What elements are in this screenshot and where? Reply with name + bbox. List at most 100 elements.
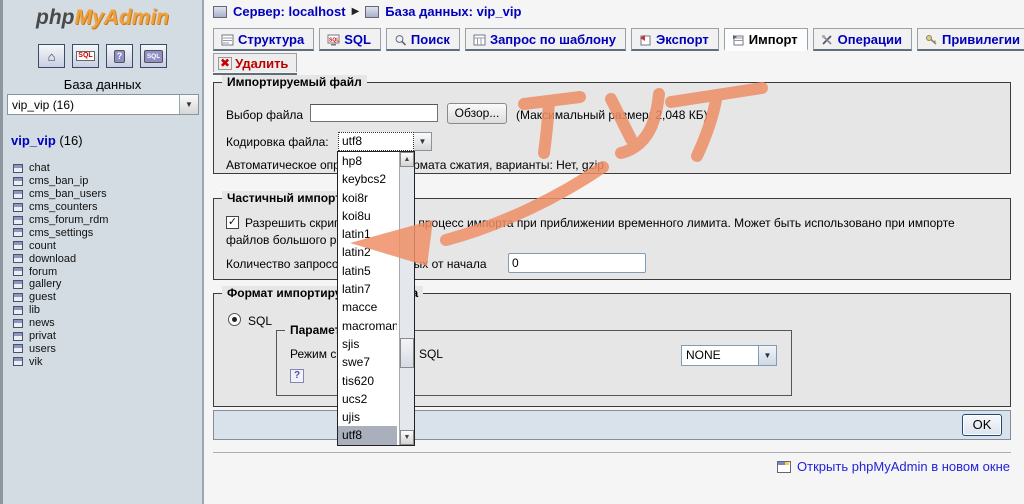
tab-query-by-example[interactable]: Запрос по шаблону (465, 28, 626, 51)
charset-option-selected[interactable]: utf8 (338, 426, 397, 444)
tab-import[interactable]: Импорт (724, 28, 808, 51)
charset-option[interactable]: sjis (338, 335, 397, 353)
home-icon[interactable]: ⌂ (38, 44, 65, 68)
table-icon (13, 344, 23, 353)
database-icon (365, 6, 379, 18)
table-item[interactable]: lib (13, 304, 108, 317)
table-icon (13, 177, 23, 186)
dropdown-scrollbar[interactable]: ▲ ▼ (399, 152, 414, 445)
tab-operations[interactable]: Операции (813, 28, 912, 51)
help-bubble-icon[interactable]: ? (106, 44, 133, 68)
partial-import-fieldset: Частичный импорт ✓ Разрешить скрипту пре… (213, 198, 1011, 280)
tab-bar: Структура SQLSQL Поиск Запрос по шаблону… (213, 28, 1024, 51)
new-window-icon (777, 461, 791, 473)
table-icon (13, 164, 23, 173)
table-item[interactable]: cms_forum_rdm (13, 214, 108, 227)
charset-option[interactable]: ujis (338, 408, 397, 426)
breadcrumb-database-link[interactable]: База данных: vip_vip (385, 4, 521, 19)
scroll-up-icon[interactable]: ▲ (400, 152, 414, 167)
breadcrumb-server-link[interactable]: Сервер: localhost (233, 4, 346, 19)
charset-option[interactable]: koi8u (338, 207, 397, 225)
table-icon (13, 216, 23, 225)
drop-database-button[interactable]: ✖ Удалить (213, 53, 297, 72)
ok-button[interactable]: OK (962, 414, 1002, 436)
charset-option[interactable]: tis620 (338, 372, 397, 390)
charset-option[interactable]: latin1 (338, 225, 397, 243)
file-path-input[interactable] (310, 104, 438, 122)
table-item[interactable]: vik (13, 355, 108, 368)
allow-interrupt-checkbox[interactable]: ✓ (226, 216, 239, 229)
charset-option[interactable]: keybcs2 (338, 170, 397, 188)
table-item[interactable]: guest (13, 291, 108, 304)
database-link[interactable]: vip_vip (16) (11, 133, 83, 148)
tab-export[interactable]: Экспорт (631, 28, 719, 51)
main-content: Сервер: localhost ▶ База данных: vip_vip… (202, 0, 1024, 504)
sql-format-radio[interactable] (228, 313, 241, 326)
sql-compat-select[interactable]: NONE ▼ (681, 345, 777, 366)
scrollbar-thumb[interactable] (400, 338, 414, 368)
table-item[interactable]: download (13, 252, 108, 265)
submit-bar: OK (213, 410, 1011, 440)
phpmyadmin-import-page: phpMyAdmin ⌂ SQL ? SQL База данных vip_v… (0, 0, 1024, 504)
table-item[interactable]: forum (13, 265, 108, 278)
help-icon[interactable]: ? (290, 369, 304, 383)
table-icon (13, 254, 23, 263)
database-select-label: База данных (3, 77, 202, 92)
table-icon (13, 280, 23, 289)
charset-option[interactable]: macroman (338, 317, 397, 335)
table-icon (13, 357, 23, 366)
tab-sql[interactable]: SQLSQL (319, 28, 381, 51)
server-icon (213, 6, 227, 18)
table-item[interactable]: cms_ban_ip (13, 175, 108, 188)
structure-icon (221, 34, 234, 46)
charset-select[interactable]: utf8 ▼ (338, 132, 432, 151)
tab-search[interactable]: Поиск (386, 28, 460, 51)
delete-x-icon: ✖ (218, 57, 232, 70)
charset-option[interactable]: latin5 (338, 262, 397, 280)
partial-import-legend: Частичный импорт (222, 191, 346, 205)
charset-label: Кодировка файла: (226, 135, 329, 149)
sql-icon: SQL (327, 34, 340, 46)
chevron-down-icon[interactable]: ▼ (414, 132, 432, 151)
privileges-icon (925, 34, 938, 46)
chevron-down-icon[interactable]: ▼ (758, 346, 776, 365)
svg-text:SQL: SQL (329, 37, 339, 43)
query-icon (473, 34, 486, 46)
table-item[interactable]: cms_settings (13, 226, 108, 239)
import-file-fieldset: Импортируемый файл Выбор файла Обзор... … (213, 82, 1011, 174)
table-item[interactable]: chat (13, 162, 108, 175)
table-item[interactable]: users (13, 342, 108, 355)
sql-history-icon[interactable]: SQL (140, 44, 167, 68)
charset-option[interactable]: koi8r (338, 189, 397, 207)
sidebar-nav-icons: ⌂ SQL ? SQL (3, 44, 202, 68)
database-select[interactable]: vip_vip (16) ▼ (7, 94, 199, 115)
skip-queries-input[interactable] (508, 253, 646, 273)
browse-button[interactable]: Обзор... (447, 103, 507, 124)
charset-option[interactable]: swe7 (338, 353, 397, 371)
scroll-down-icon[interactable]: ▼ (400, 430, 414, 445)
charset-dropdown-list: hp8 keybcs2 koi8r koi8u latin1 latin2 la… (337, 151, 415, 446)
charset-option[interactable]: latin7 (338, 280, 397, 298)
table-item[interactable]: news (13, 317, 108, 330)
sidebar: phpMyAdmin ⌂ SQL ? SQL База данных vip_v… (0, 0, 202, 504)
charset-option[interactable]: latin2 (338, 243, 397, 261)
charset-option[interactable]: macce (338, 298, 397, 316)
table-item[interactable]: gallery (13, 278, 108, 291)
sql-window-icon[interactable]: SQL (72, 44, 99, 68)
charset-option[interactable]: ucs2 (338, 390, 397, 408)
table-item[interactable]: cms_ban_users (13, 188, 108, 201)
chevron-down-icon[interactable]: ▼ (179, 95, 198, 114)
table-item[interactable]: cms_counters (13, 201, 108, 214)
charset-option[interactable]: hp8 (338, 152, 397, 170)
table-item[interactable]: count (13, 239, 108, 252)
table-icon (13, 332, 23, 341)
sql-compat-value: NONE (682, 346, 758, 365)
logo-php: php (36, 6, 74, 29)
open-new-window-link[interactable]: Открыть phpMyAdmin в новом окне (797, 459, 1010, 474)
tab-structure[interactable]: Структура (213, 28, 314, 51)
sql-format-label: SQL (248, 314, 272, 328)
database-select-value: vip_vip (16) (8, 98, 179, 112)
table-icon (13, 241, 23, 250)
tab-privileges[interactable]: Привилегии (917, 28, 1024, 51)
table-item[interactable]: privat (13, 330, 108, 343)
